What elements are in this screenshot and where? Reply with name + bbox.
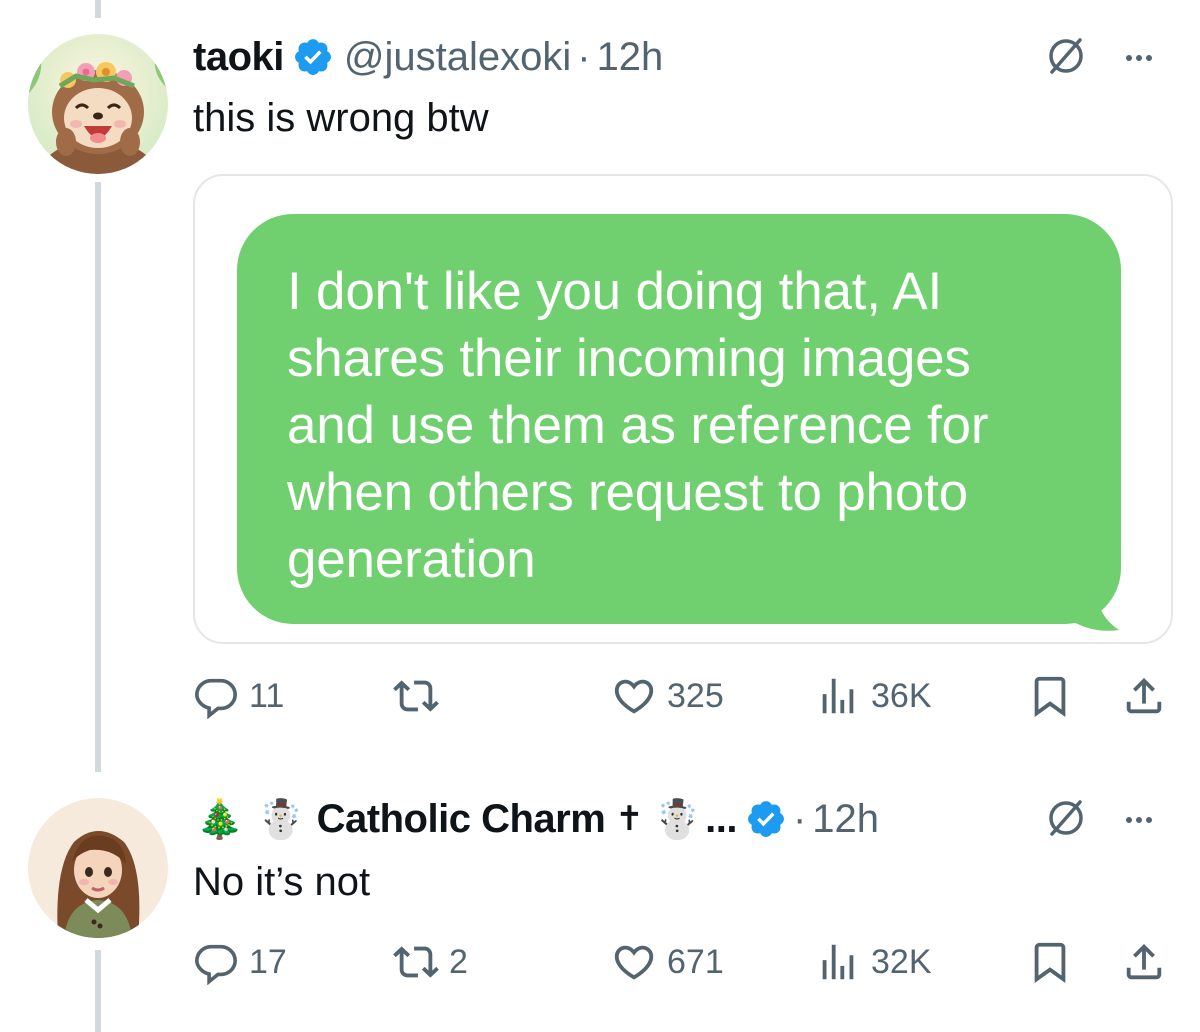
- share-button[interactable]: [1121, 666, 1167, 726]
- separator-dot: ·: [792, 796, 807, 841]
- cross-symbol: ✝: [615, 799, 644, 839]
- bookmark-button[interactable]: [1027, 932, 1073, 992]
- message-bubble: I don't like you doing that, AI shares t…: [237, 214, 1121, 624]
- repost-button[interactable]: [393, 666, 449, 726]
- reply-icon: [193, 673, 239, 719]
- display-name[interactable]: Catholic Charm: [317, 797, 606, 842]
- share-button[interactable]: [1121, 932, 1167, 992]
- message-bubble-text: I don't like you doing that, AI shares t…: [287, 262, 989, 589]
- thread-line-middle: [95, 182, 101, 772]
- share-icon: [1121, 673, 1167, 719]
- avatar[interactable]: [28, 34, 168, 174]
- repost-icon: [393, 939, 439, 985]
- like-icon: [611, 939, 657, 985]
- repost-icon: [393, 673, 439, 719]
- reply-count: 11: [249, 676, 285, 715]
- repost-count: 2: [449, 942, 468, 981]
- share-icon: [1121, 939, 1167, 985]
- tweet-top-actions: [1044, 798, 1152, 842]
- bookmark-icon: [1027, 673, 1073, 719]
- tweet-header: 🎄 ☃️ Catholic Charm ✝ ☃️ ... · 12h: [196, 792, 879, 846]
- views-button[interactable]: 36K: [815, 666, 932, 726]
- display-name[interactable]: taoki: [193, 35, 284, 80]
- tweet-top-actions: [1044, 36, 1152, 80]
- separator-dot: ·: [577, 34, 591, 79]
- view-count: 32K: [871, 942, 932, 981]
- user-handle[interactable]: @justalexoki: [344, 35, 571, 80]
- grok-icon[interactable]: [1044, 796, 1088, 845]
- verified-badge-icon[interactable]: [292, 36, 334, 78]
- repost-button[interactable]: 2: [393, 932, 468, 992]
- verified-badge-icon[interactable]: [745, 798, 787, 840]
- view-count: 36K: [871, 676, 932, 715]
- more-icon[interactable]: [1126, 55, 1152, 61]
- timestamp[interactable]: 12h: [597, 35, 664, 80]
- thread-line-top: [95, 0, 101, 18]
- like-count: 671: [667, 942, 724, 981]
- snowman-emoji: ☃️: [653, 796, 702, 841]
- reply-icon: [193, 939, 239, 985]
- tweet-actions: 11 325 36K: [193, 666, 1173, 726]
- media-card[interactable]: I don't like you doing that, AI shares t…: [193, 174, 1173, 644]
- views-icon: [815, 939, 861, 985]
- name-truncation: ...: [705, 796, 737, 841]
- like-button[interactable]: 671: [611, 932, 724, 992]
- bookmark-button[interactable]: [1027, 666, 1073, 726]
- like-button[interactable]: 325: [611, 666, 724, 726]
- reply-button[interactable]: 11: [193, 666, 284, 726]
- avatar[interactable]: [28, 798, 168, 938]
- views-icon: [815, 673, 861, 719]
- grok-icon[interactable]: [1044, 34, 1088, 83]
- views-button[interactable]: 32K: [815, 932, 932, 992]
- tweet-text: No it’s not: [193, 860, 371, 904]
- tweet-header: taoki @justalexoki · 12h: [193, 30, 663, 84]
- tweet-text: this is wrong btw: [193, 96, 489, 140]
- reply-button[interactable]: 17: [193, 932, 287, 992]
- like-count: 325: [667, 676, 724, 715]
- tweet-actions: 17 2 671 32K: [193, 932, 1173, 992]
- christmas-tree-emoji: 🎄: [196, 796, 244, 841]
- timestamp[interactable]: 12h: [812, 797, 879, 842]
- thread-line-bottom: [95, 950, 101, 1032]
- like-icon: [611, 673, 657, 719]
- reply-count: 17: [249, 942, 287, 981]
- bookmark-icon: [1027, 939, 1073, 985]
- snowman-emoji: ☃️: [257, 796, 305, 841]
- bubble-tail: [1061, 586, 1119, 631]
- more-icon[interactable]: [1126, 817, 1152, 823]
